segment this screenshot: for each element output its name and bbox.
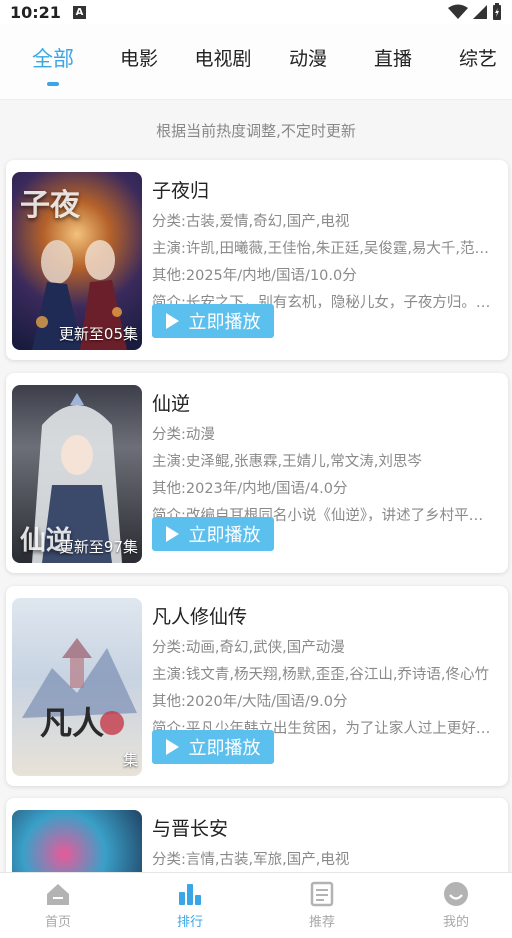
list-item[interactable]: 仙逆 更新至97集 仙逆 分类:动漫 主演:史泽鲲,张惠霖,王婧儿,常文涛,刘思… [6,373,508,573]
nav-profile[interactable]: 我的 [416,881,496,930]
home-icon [47,884,69,905]
nav-label: 推荐 [308,915,335,930]
active-tab-indicator [47,82,59,86]
ranking-icon [179,884,201,905]
play-icon [165,313,179,329]
nav-home[interactable]: 首页 [18,881,98,930]
status-bar: 10:21 A [0,0,512,24]
tab-all[interactable]: 全部 [32,43,74,73]
battery-icon [493,3,501,20]
nav-label: 排行 [176,915,203,930]
signal-icon [473,5,487,19]
episode-badge: 更新至05集 [58,325,138,343]
category-tabs: 全部 电影 电视剧 动漫 直播 综艺 [0,24,512,100]
episode-badge: 集 [122,751,138,769]
tab-anime[interactable]: 动漫 [289,44,327,71]
poster-logo: 子夜 [20,188,80,223]
nav-recommend[interactable]: 推荐 [282,881,362,930]
list-item[interactable]: 凡人 集 凡人修仙传 分类:动画,奇幻,武侠,国产动漫 主演:钱文青,杨天翔,杨… [6,586,508,786]
nav-ranking[interactable]: 排行 [150,881,230,930]
play-now-button[interactable]: 立即播放 [152,517,274,551]
item-title[interactable]: 仙逆 [152,389,190,416]
item-cast: 主演:史泽鲲,张惠霖,王婧儿,常文涛,刘思岑 [152,454,422,470]
play-icon [165,739,179,755]
play-now-button[interactable]: 立即播放 [152,304,274,338]
tab-tv-series[interactable]: 电视剧 [194,44,251,71]
item-cast: 主演:许凯,田曦薇,王佳怡,朱正廷,吴俊霆,易大千,范… [152,241,490,257]
episode-badge: 更新至97集 [58,538,138,556]
tab-variety[interactable]: 综艺 [459,44,497,71]
item-title[interactable]: 子夜归 [152,176,209,203]
nav-label: 我的 [442,915,469,930]
poster-image[interactable]: 子夜 更新至05集 [12,172,142,350]
list-item[interactable]: 子夜 更新至05集 子夜归 分类:古装,爱情,奇幻,国产,电视 主演:许凯,田曦… [6,160,508,360]
tab-live[interactable]: 直播 [374,44,412,71]
item-category: 分类:言情,古装,军旅,国产,电视 [152,852,350,868]
status-time: 10:21 [10,2,61,22]
poster-image[interactable]: 仙逆 更新至97集 [12,385,142,563]
bottom-navigation: 首页 排行 推荐 我的 [0,872,512,938]
play-icon [165,526,179,542]
status-icons [448,3,502,21]
poster-logo: 凡人 [40,704,105,742]
item-category: 分类:古装,爱情,奇幻,国产,电视 [152,214,350,230]
play-button-label: 立即播放 [188,738,261,759]
profile-icon [444,882,468,906]
item-other: 其他:2023年/内地/国语/4.0分 [152,481,348,497]
item-other: 其他:2020年/大陆/国语/9.0分 [152,694,348,710]
recommend-icon [310,881,334,907]
update-notice: 根据当前热度调整,不定时更新 [156,122,356,140]
wifi-icon [448,4,468,19]
item-category: 分类:动漫 [152,427,215,443]
notification-icon: A [72,5,86,19]
poster-image[interactable]: 凡人 集 [12,598,142,776]
play-button-label: 立即播放 [188,312,261,333]
item-title[interactable]: 与晋长安 [152,814,228,841]
item-category: 分类:动画,奇幻,武侠,国产动漫 [152,640,345,656]
tab-movie[interactable]: 电影 [120,44,158,71]
play-button-label: 立即播放 [188,525,261,546]
item-cast: 主演:钱文青,杨天翔,杨默,歪歪,谷江山,乔诗语,佟心竹 [152,667,490,683]
play-now-button[interactable]: 立即播放 [152,730,274,764]
nav-label: 首页 [44,915,71,930]
item-title[interactable]: 凡人修仙传 [152,602,247,629]
item-other: 其他:2025年/内地/国语/10.0分 [152,268,357,284]
